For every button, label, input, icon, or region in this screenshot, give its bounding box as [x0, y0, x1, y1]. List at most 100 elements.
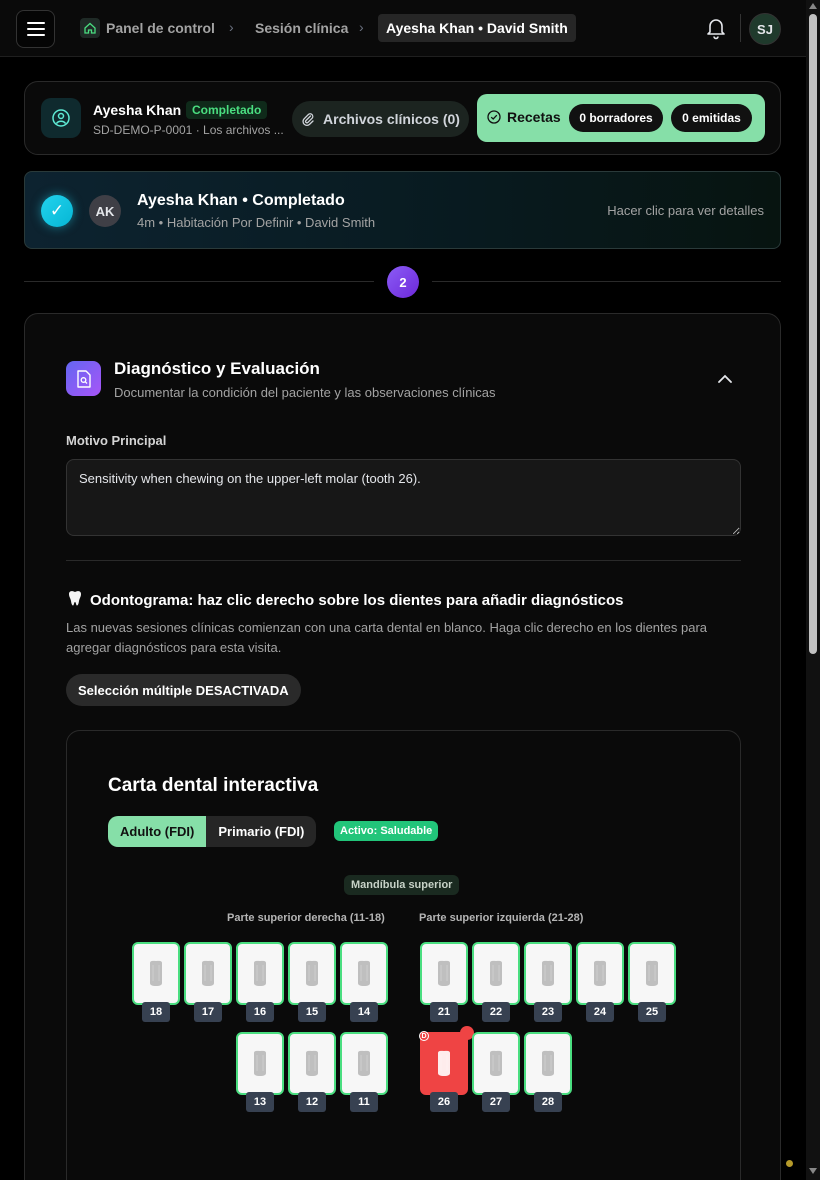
document-search-icon	[66, 361, 101, 396]
tooth-21[interactable]	[420, 942, 468, 1005]
tooth-12[interactable]	[288, 1032, 336, 1095]
tooth-number-label: 18	[142, 1002, 170, 1022]
tooth-number-label: 23	[534, 1002, 562, 1022]
menu-icon-line	[26, 34, 45, 36]
breadcrumb-dashboard[interactable]: Panel de control	[80, 14, 215, 42]
menu-icon-line	[26, 28, 45, 30]
breadcrumb-label: Panel de control	[106, 20, 215, 36]
tooth-number-label: 22	[482, 1002, 510, 1022]
diagnosis-panel: Diagnóstico y Evaluación Documentar la c…	[24, 313, 781, 1180]
drafts-pill[interactable]: 0 borradores	[569, 104, 663, 132]
status-dot	[786, 1160, 793, 1167]
tooth-number-label: 25	[638, 1002, 666, 1022]
breadcrumb-session[interactable]: Sesión clínica	[255, 14, 348, 42]
tooth-number-label: 27	[482, 1092, 510, 1112]
step-number-badge: 2	[387, 266, 419, 298]
dental-chart-title: Carta dental interactiva	[108, 775, 319, 796]
chief-complaint-input[interactable]	[66, 459, 741, 536]
tooth-13[interactable]	[236, 1032, 284, 1095]
tooth-17[interactable]	[184, 942, 232, 1005]
patient-avatar: AK	[89, 195, 121, 227]
section-subtitle: Documentar la condición del paciente y l…	[114, 385, 496, 400]
breadcrumb-current: Ayesha Khan • David Smith	[378, 14, 576, 42]
divider	[66, 560, 741, 561]
active-status-badge: Activo: Saludable	[334, 821, 439, 841]
session-details: 4m • Habitación Por Definir • David Smit…	[137, 215, 376, 230]
clinical-files-button[interactable]: Archivos clínicos (0)	[292, 101, 469, 137]
odontogram-title: Odontograma: haz clic derecho sobre los …	[66, 589, 623, 611]
clinical-files-label: Archivos clínicos (0)	[323, 111, 460, 127]
home-icon	[80, 18, 100, 38]
top-bar: Panel de control › Sesión clínica › Ayes…	[0, 0, 806, 57]
notifications-bell-icon[interactable]	[704, 16, 728, 40]
tooth-26[interactable]: D	[419, 1026, 474, 1095]
step-divider-right	[432, 281, 781, 282]
breadcrumb-label: Sesión clínica	[255, 20, 349, 36]
tooth-number-label: 12	[298, 1092, 326, 1112]
multi-select-toggle[interactable]: Selección múltiple DESACTIVADA	[66, 674, 301, 706]
tooth-27[interactable]	[472, 1032, 520, 1095]
prescriptions-panel[interactable]: Recetas 0 borradores 0 emitidas	[477, 94, 765, 142]
menu-button[interactable]	[16, 10, 55, 48]
session-title: Ayesha Khan • Completado	[137, 192, 345, 209]
tooth-number-label: 11	[350, 1092, 378, 1112]
chevron-right-icon: ›	[229, 19, 234, 35]
dentition-toggle: Adulto (FDI) Primario (FDI)	[108, 816, 317, 847]
quadrant-label-right: Parte superior derecha (11-18)	[227, 912, 385, 924]
tooth-11[interactable]	[340, 1032, 388, 1095]
scrollbar-thumb[interactable]	[809, 14, 817, 654]
dental-chart-card: Carta dental interactiva Adulto (FDI) Pr…	[66, 730, 741, 1180]
status-badge: Completado	[186, 101, 268, 119]
jaw-label: Mandíbula superior	[344, 875, 460, 895]
chevron-right-icon: ›	[359, 19, 364, 35]
tooth-icon	[66, 589, 84, 611]
tooth-number-label: 14	[350, 1002, 378, 1022]
paperclip-icon	[302, 113, 314, 126]
tooth-15[interactable]	[288, 942, 336, 1005]
scroll-up-arrow-icon[interactable]	[809, 3, 817, 9]
tooth-24[interactable]	[576, 942, 624, 1005]
scroll-down-arrow-icon[interactable]	[809, 1168, 817, 1174]
step-divider-left	[24, 281, 374, 282]
tooth-25[interactable]	[628, 942, 676, 1005]
breadcrumb-label: Ayesha Khan • David Smith	[386, 20, 568, 36]
section-title: Diagnóstico y Evaluación	[114, 359, 320, 378]
patient-id: SD-DEMO-P-0001 · Los archivos ...	[93, 123, 284, 137]
tab-primary[interactable]: Primario (FDI)	[206, 816, 317, 847]
tooth-16[interactable]	[236, 942, 284, 1005]
tab-adult[interactable]: Adulto (FDI)	[108, 816, 207, 847]
odontogram-title-text: Odontograma: haz clic derecho sobre los …	[90, 591, 624, 609]
tooth-number-label: 26	[430, 1092, 458, 1112]
odontogram-description: Las nuevas sesiones clínicas comienzan c…	[66, 620, 708, 655]
prescriptions-label: Recetas	[507, 109, 561, 125]
quadrant-label-left: Parte superior izquierda (21-28)	[419, 912, 584, 924]
scrollbar[interactable]	[806, 0, 820, 1180]
tooth-number-label: 24	[586, 1002, 614, 1022]
tooth-number-label: 13	[246, 1092, 274, 1112]
tooth-14[interactable]	[340, 942, 388, 1005]
check-icon: ✓	[41, 195, 73, 227]
tooth-number-label: 16	[246, 1002, 274, 1022]
session-hint: Hacer clic para ver detalles	[607, 203, 764, 218]
chief-complaint-label: Motivo Principal	[66, 433, 167, 448]
tooth-number-label: 15	[298, 1002, 326, 1022]
patient-name: Ayesha Khan	[93, 102, 182, 118]
tooth-22[interactable]	[472, 942, 520, 1005]
tooth-18[interactable]	[132, 942, 180, 1005]
menu-icon-line	[26, 22, 45, 24]
divider	[740, 14, 741, 42]
patient-header-card: Ayesha Khan Completado SD-DEMO-P-0001 · …	[24, 81, 781, 155]
user-avatar[interactable]: SJ	[749, 13, 781, 45]
check-circle-icon	[487, 110, 501, 124]
tooth-number-label: 21	[430, 1002, 458, 1022]
user-circle-icon	[41, 98, 81, 138]
chevron-up-icon[interactable]	[715, 369, 735, 389]
session-summary-card[interactable]: ✓ AK Ayesha Khan • Completado 4m • Habit…	[24, 171, 781, 249]
prescriptions-title: Recetas	[487, 109, 561, 125]
tooth-number-label: 28	[534, 1092, 562, 1112]
issued-pill[interactable]: 0 emitidas	[671, 104, 752, 132]
tooth-28[interactable]	[524, 1032, 572, 1095]
diagnosis-marker: D	[419, 1031, 429, 1041]
tooth-23[interactable]	[524, 942, 572, 1005]
tooth-number-label: 17	[194, 1002, 222, 1022]
